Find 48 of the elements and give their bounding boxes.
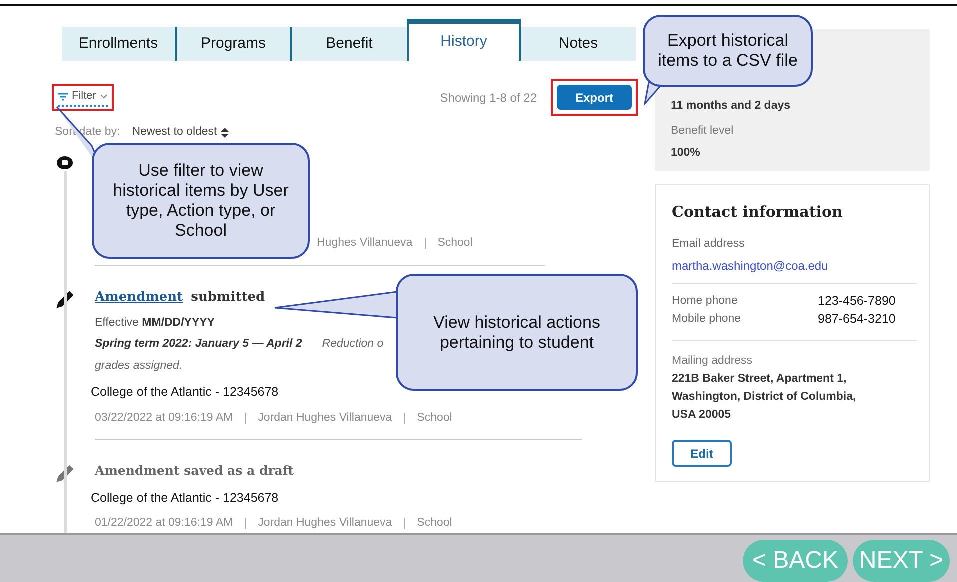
history-meta: Jordan Hughes Villanueva — [258, 410, 392, 426]
tab[interactable]: History — [407, 19, 521, 61]
phone-number: 987-654-3210 — [818, 310, 896, 328]
address-label: Mailing address — [672, 354, 754, 369]
benefit-level-value: 100% — [671, 146, 702, 160]
export-button[interactable]: Export — [557, 85, 632, 110]
chevron-icon — [100, 94, 108, 100]
edit-button[interactable]: Edit — [672, 440, 732, 467]
history-note: Reduction o — [322, 337, 384, 352]
phone-label: Home phone — [672, 294, 739, 309]
history-meta: School — [417, 516, 452, 532]
filter-icon — [58, 92, 68, 100]
history-note: grades assigned. — [95, 358, 184, 374]
callout-bubble: Use filter to view historical items by User type, Action type, or School — [92, 143, 310, 259]
history-meta: Hughes Villanueva — [317, 236, 413, 252]
phone-label: Mobile phone — [672, 312, 742, 327]
history-meta: School — [438, 236, 473, 252]
address-line: USA 20005 — [672, 408, 732, 423]
history-title: submitted — [191, 288, 266, 306]
address-line: 221B Baker Street, Apartment 1, — [672, 372, 848, 387]
email-label: Email address — [672, 236, 746, 252]
tab[interactable]: Programs — [177, 27, 292, 61]
callout-bubble: View historical actions pertaining to student — [396, 274, 638, 391]
history-meta: 03/22/2022 at 09:16:19 AM — [95, 410, 234, 426]
tab[interactable]: Enrollments — [62, 27, 177, 61]
amendment-link[interactable]: Amendment — [95, 288, 184, 307]
address-line: Washington, District of Columbia, — [672, 390, 858, 405]
phone-number: 123-456-7890 — [818, 292, 896, 310]
sort-icon — [221, 128, 230, 138]
effective-date: Effective MM/DD/YYYY — [95, 316, 215, 331]
history-meta: Jordan Hughes Villanueva — [258, 516, 392, 532]
email-link[interactable]: martha.washington@coa.edu — [672, 256, 913, 275]
term-dates: Spring term 2022: January 5 — April 2 — [95, 337, 302, 352]
filter-button[interactable]: Filter — [58, 88, 108, 107]
status-dot-icon — [56, 155, 74, 172]
history-meta: School — [417, 410, 452, 426]
benefit-remaining: 11 months and 2 days — [671, 99, 792, 114]
sort-dropdown[interactable]: Newest to oldest — [132, 124, 230, 142]
tab[interactable]: Notes — [521, 27, 636, 61]
tab[interactable]: Benefit — [292, 27, 407, 61]
history-title: Amendment saved as a draft — [95, 462, 296, 480]
school-name: College of the Atlantic - 12345678 — [91, 490, 280, 507]
contact-title: Contact information — [672, 202, 844, 223]
benefit-level-label: Benefit level — [671, 124, 735, 140]
callout-bubble: Export historical items to a CSV file — [643, 15, 813, 87]
school-name: College of the Atlantic - 12345678 — [91, 384, 280, 401]
results-count: Showing 1-8 of 22 — [440, 90, 537, 106]
history-meta: 01/22/2022 at 09:16:19 AM — [95, 516, 234, 532]
